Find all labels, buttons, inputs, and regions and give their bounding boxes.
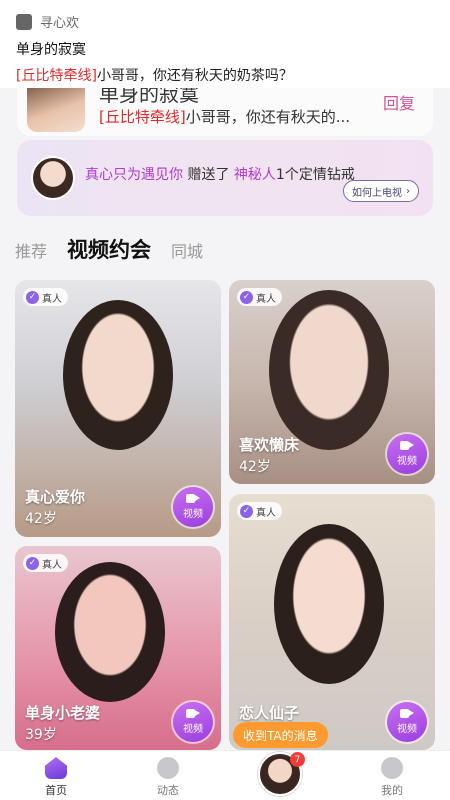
notification-app-name: 寻心欢: [40, 16, 80, 31]
profile-name: 真心爱你: [25, 488, 86, 506]
video-camera-icon: [186, 494, 200, 503]
profile-card[interactable]: ✓ 真人 真心爱你 42岁 视频: [15, 280, 221, 537]
verified-icon: ✓: [26, 556, 39, 570]
notification-message: [丘比特牵线]小哥哥，你还有秋天的奶茶吗？: [16, 65, 434, 85]
tab-video-dating[interactable]: 视频约会: [67, 234, 151, 264]
profile-photo: [269, 290, 389, 450]
video-call-button[interactable]: 视频: [173, 702, 213, 742]
chevron-right-icon: ›: [406, 185, 410, 197]
chat-peek-card[interactable]: 单身的寂寞 [丘比特牵线]小哥哥，你还有秋天的... 回复: [17, 88, 433, 136]
video-call-button[interactable]: 视频: [173, 487, 213, 527]
gift-sender: 真心只为遇见你: [85, 167, 183, 183]
profile-name: 喜欢懒床: [239, 436, 300, 454]
profile-age: 39岁: [25, 727, 57, 743]
profile-photo: [274, 524, 384, 684]
chat-message: [丘比特牵线]小哥哥，你还有秋天的...: [99, 106, 350, 127]
notification-text: 小哥哥，你还有秋天的奶茶吗？: [96, 68, 293, 84]
chat-text: 小哥哥，你还有秋天的...: [185, 108, 351, 126]
video-label: 视频: [397, 724, 417, 735]
profile-card[interactable]: ✓ 真人 喜欢懒床 42岁 视频: [229, 280, 435, 484]
reply-button[interactable]: 回复: [383, 90, 415, 114]
nav-moments-label: 动态: [157, 784, 179, 797]
profile-name: 单身小老婆: [25, 704, 101, 722]
category-tabs: 推荐 视频约会 同城: [15, 234, 203, 264]
bottom-nav: 首页 动态 我的: [0, 750, 450, 800]
how-to-tv-label: 如何上电视: [352, 187, 402, 199]
verified-badge: ✓ 真人: [237, 288, 282, 306]
badge-label: 真人: [42, 559, 62, 571]
profile-age: 42岁: [239, 459, 271, 475]
profile-icon: [381, 757, 403, 779]
profile-card[interactable]: ✓ 真人 恋人仙子 视频: [229, 494, 435, 750]
tab-nearby[interactable]: 同城: [171, 238, 203, 262]
gift-receiver: 神秘人: [233, 167, 276, 183]
gift-banner[interactable]: 真心只为遇见你 赠送了 神秘人1个定情钻戒 如何上电视 ›: [17, 140, 433, 216]
profile-name: 恋人仙子: [239, 704, 300, 722]
gift-item: 1个定情钻戒: [275, 167, 355, 183]
video-camera-icon: [400, 441, 414, 450]
verified-badge: ✓ 真人: [23, 288, 68, 306]
verified-icon: ✓: [26, 290, 39, 304]
profile-age: 42岁: [25, 511, 57, 527]
nav-home-label: 首页: [45, 784, 67, 797]
verified-icon: ✓: [240, 504, 253, 518]
gift-action: 赠送了: [187, 167, 230, 183]
video-camera-icon: [186, 709, 200, 718]
badge-label: 真人: [42, 293, 62, 305]
video-call-button[interactable]: 视频: [387, 434, 427, 474]
how-to-tv-button[interactable]: 如何上电视 ›: [343, 180, 419, 202]
profile-photo: [55, 562, 165, 702]
home-icon: [45, 757, 67, 779]
app-icon: [16, 13, 32, 30]
verified-badge: ✓ 真人: [237, 502, 282, 520]
notification-tag: [丘比特牵线]: [16, 68, 97, 84]
video-call-button[interactable]: 视频: [387, 702, 427, 742]
video-label: 视频: [183, 724, 203, 735]
chat-tag: [丘比特牵线]: [99, 108, 186, 126]
moments-icon: [157, 757, 179, 779]
received-message-pill[interactable]: 收到TA的消息: [233, 722, 328, 748]
video-label: 视频: [397, 456, 417, 467]
verified-icon: ✓: [240, 290, 253, 304]
badge-label: 真人: [256, 293, 276, 305]
gift-banner-text: 真心只为遇见你 赠送了 神秘人1个定情钻戒: [85, 164, 355, 184]
video-label: 视频: [183, 509, 203, 520]
push-notification[interactable]: 寻心欢 单身的寂寞 [丘比特牵线]小哥哥，你还有秋天的奶茶吗？: [0, 0, 450, 88]
nav-profile-label: 我的: [381, 784, 403, 797]
notification-title: 单身的寂寞: [16, 42, 86, 58]
profile-card[interactable]: ✓ 真人 单身小老婆 39岁 视频: [15, 546, 221, 750]
badge-label: 真人: [256, 507, 276, 519]
sender-avatar: [31, 156, 75, 200]
verified-badge: ✓ 真人: [23, 554, 68, 572]
profile-photo: [63, 300, 173, 450]
chat-title: 单身的寂寞: [99, 88, 199, 106]
nav-home[interactable]: 首页: [26, 757, 86, 798]
chat-avatar: [27, 88, 85, 132]
video-camera-icon: [400, 709, 414, 718]
tab-recommend[interactable]: 推荐: [15, 238, 47, 262]
nav-moments[interactable]: 动态: [138, 757, 198, 798]
nav-profile[interactable]: 我的: [362, 757, 422, 798]
unread-count-badge: 7: [290, 752, 305, 767]
